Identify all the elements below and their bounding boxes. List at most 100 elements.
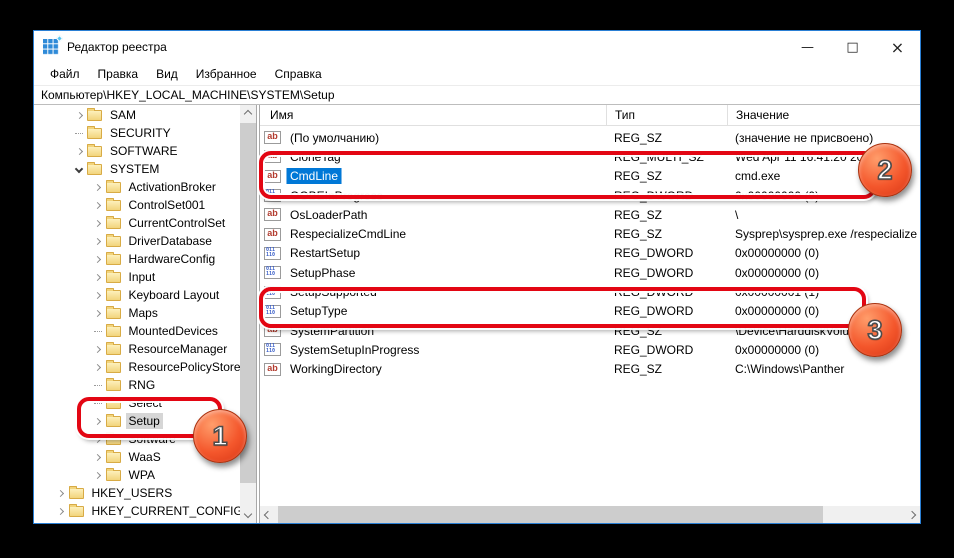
folder-icon [106, 470, 121, 481]
expander-icon[interactable] [73, 113, 85, 118]
tree-item[interactable]: SYSTEM [34, 160, 256, 178]
tree-item[interactable]: ResourcePolicyStore [34, 358, 256, 376]
scroll-down-icon[interactable] [244, 510, 252, 518]
scrollbar-thumb[interactable] [278, 506, 823, 523]
horizontal-scrollbar[interactable] [260, 506, 920, 523]
value-type-icon [264, 228, 281, 241]
value-row[interactable]: SystemPartition REG_SZ \Device\HarddiskV… [260, 321, 920, 340]
tree-item[interactable]: RNG [34, 376, 256, 394]
tree-item[interactable]: SAM [34, 106, 256, 124]
menu-item[interactable]: Файл [41, 63, 89, 85]
expander-icon[interactable] [92, 455, 104, 460]
value-data: 0x00000001 (1) [727, 285, 920, 299]
tree-item[interactable]: MountedDevices [34, 322, 256, 340]
value-row[interactable]: CloneTag REG_MULTI_SZ Wed Apr 11 16:41:2… [260, 147, 920, 166]
value-row[interactable]: SetupPhase REG_DWORD 0x00000000 (0) [260, 263, 920, 282]
folder-icon [106, 380, 121, 391]
expander-icon[interactable] [73, 166, 85, 172]
expander-icon[interactable] [73, 133, 85, 134]
column-header-value[interactable]: Значение [727, 105, 920, 125]
expander-icon[interactable] [73, 149, 85, 154]
folder-icon [106, 434, 121, 445]
expander-icon[interactable] [92, 221, 104, 226]
tree-item-label: ResourceManager [126, 341, 231, 357]
value-name: (По умолчанию) [287, 130, 382, 146]
value-row[interactable]: SetupType REG_DWORD 0x00000000 (0) [260, 302, 920, 321]
expander-icon[interactable] [92, 385, 104, 386]
menu-item[interactable]: Правка [89, 63, 148, 85]
tree-item[interactable]: Maps [34, 304, 256, 322]
tree-item[interactable]: ResourceManager [34, 340, 256, 358]
expander-icon[interactable] [92, 347, 104, 352]
tree-item-label: Input [126, 269, 159, 285]
value-row[interactable]: (По умолчанию) REG_SZ (значение не присв… [260, 128, 920, 147]
scroll-right-icon[interactable] [908, 511, 916, 519]
tree-item[interactable]: ControlSet001 [34, 196, 256, 214]
folder-icon [106, 272, 121, 283]
tree-item[interactable]: HKEY_USERS [34, 484, 256, 502]
expander-icon[interactable] [55, 491, 67, 496]
minimize-button[interactable]: — [785, 31, 830, 63]
tree-item[interactable]: DriverDatabase [34, 232, 256, 250]
tree-item[interactable]: HardwareConfig [34, 250, 256, 268]
tree-item-label: Select [126, 395, 165, 411]
menu-item[interactable]: Избранное [187, 63, 266, 85]
tree-item[interactable]: Keyboard Layout [34, 286, 256, 304]
folder-icon [87, 164, 102, 175]
expander-icon[interactable] [92, 203, 104, 208]
folder-icon [106, 236, 121, 247]
tree-item[interactable]: SOFTWARE [34, 142, 256, 160]
value-row[interactable]: SetupSupported REG_DWORD 0x00000001 (1) [260, 282, 920, 301]
expander-icon[interactable] [92, 311, 104, 316]
value-row[interactable]: WorkingDirectory REG_SZ C:\Windows\Panth… [260, 360, 920, 379]
address-bar[interactable]: Компьютер\HKEY_LOCAL_MACHINE\SYSTEM\Setu… [34, 85, 920, 105]
list-header: Имя Тип Значение [260, 105, 920, 126]
column-header-name[interactable]: Имя [260, 105, 606, 125]
tree-item-label: WaaS [126, 449, 164, 465]
value-name: CmdLine [287, 168, 341, 184]
tree-item[interactable]: SECURITY [34, 124, 256, 142]
expander-icon[interactable] [92, 365, 104, 370]
folder-icon [106, 416, 121, 427]
column-header-type[interactable]: Тип [606, 105, 727, 125]
value-row[interactable]: RespecializeCmdLine REG_SZ Sysprep\syspr… [260, 224, 920, 243]
value-row[interactable]: RestartSetup REG_DWORD 0x00000000 (0) [260, 244, 920, 263]
expander-icon[interactable] [92, 275, 104, 280]
value-name: SetupSupported [287, 284, 380, 300]
expander-icon[interactable] [92, 331, 104, 332]
maximize-button[interactable]: □ [830, 31, 875, 63]
expander-icon[interactable] [92, 403, 104, 404]
tree-item-label: HKEY_CURRENT_CONFIG [89, 503, 246, 519]
expander-icon[interactable] [92, 185, 104, 190]
expander-icon[interactable] [92, 419, 104, 424]
tree-item[interactable]: Input [34, 268, 256, 286]
expander-icon[interactable] [92, 257, 104, 262]
value-name: SetupType [287, 303, 350, 319]
scroll-left-icon[interactable] [264, 511, 272, 519]
value-name: SystemSetupInProgress [287, 342, 422, 358]
value-row[interactable]: CmdLine REG_SZ cmd.exe [260, 167, 920, 186]
scroll-up-icon[interactable] [244, 110, 252, 118]
value-type: REG_SZ [606, 324, 727, 338]
expander-icon[interactable] [55, 509, 67, 514]
tree-item[interactable]: WPA [34, 466, 256, 484]
value-row[interactable]: OsLoaderPath REG_SZ \ [260, 205, 920, 224]
value-row[interactable]: SystemSetupInProgress REG_DWORD 0x000000… [260, 340, 920, 359]
tree-vertical-scrollbar[interactable] [240, 105, 256, 523]
menu-item[interactable]: Справка [266, 63, 331, 85]
expander-icon[interactable] [92, 473, 104, 478]
value-row[interactable]: OOBEInProgress REG_DWORD 0x00000000 (0) [260, 186, 920, 205]
tree-item[interactable]: CurrentControlSet [34, 214, 256, 232]
expander-icon[interactable] [92, 239, 104, 244]
tree-item[interactable]: HKEY_CURRENT_CONFIG [34, 502, 256, 520]
tree-item[interactable]: ActivationBroker [34, 178, 256, 196]
expander-icon[interactable] [92, 293, 104, 298]
expander-icon[interactable] [92, 437, 104, 442]
tree-item-label: MountedDevices [126, 323, 221, 339]
value-type: REG_DWORD [606, 189, 727, 203]
tree-item-label: RNG [126, 377, 159, 393]
menu-item[interactable]: Вид [147, 63, 187, 85]
value-data: 0x00000000 (0) [727, 266, 920, 280]
folder-icon [87, 128, 102, 139]
close-button[interactable]: × [875, 31, 920, 63]
